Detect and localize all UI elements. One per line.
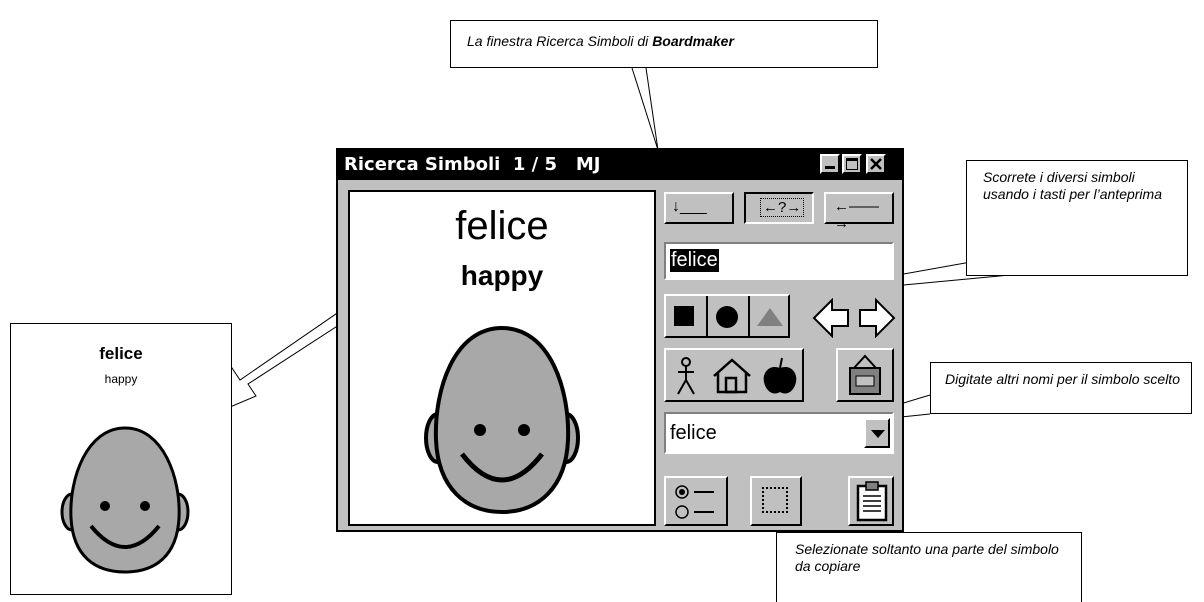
- minimize-button[interactable]: [820, 154, 840, 174]
- maximize-button[interactable]: [842, 154, 862, 174]
- divider: [706, 296, 708, 336]
- symbol-preview: felice happy: [348, 190, 656, 526]
- circle-icon: [716, 306, 738, 328]
- arrow-left-icon: [812, 298, 849, 338]
- callout-title-bold: Boardmaker: [652, 33, 734, 49]
- clipboard-icon: [856, 481, 888, 522]
- chevron-down-icon: [871, 430, 885, 438]
- select-area-button[interactable]: [750, 476, 802, 526]
- preview-translation: happy: [460, 260, 544, 291]
- preview-arrows[interactable]: [812, 298, 896, 338]
- card-translation: happy: [104, 372, 138, 386]
- category-icons: [677, 357, 797, 395]
- radio-options-button[interactable]: [664, 476, 728, 526]
- apple-icon: [763, 357, 797, 394]
- preview-mode-label-1: ↓___: [672, 198, 707, 215]
- copy-clipboard-button[interactable]: [848, 476, 894, 526]
- callout-select-part: Selezionate soltanto una parte del simbo…: [776, 532, 1082, 602]
- shape-filter-button[interactable]: [664, 294, 790, 338]
- category-filter-button[interactable]: [664, 348, 804, 402]
- easel-icon: [849, 354, 881, 395]
- triangle-icon: [757, 308, 783, 326]
- search-input-value: felice: [670, 249, 719, 272]
- marquee-select-icon: [762, 487, 788, 513]
- callout-scroll-symbols: Scorrete i diversi simboli usando i tast…: [966, 160, 1188, 276]
- dropdown-button[interactable]: [864, 418, 890, 448]
- minimize-icon: [825, 166, 835, 169]
- symbol-card: felice happy: [10, 323, 232, 595]
- close-button[interactable]: [866, 154, 886, 174]
- preview-word: felice: [455, 204, 549, 248]
- preview-mode-label-2: ←?→: [760, 198, 805, 217]
- callout-title-text: La finestra Ricerca Simboli di: [467, 33, 653, 49]
- happy-face-icon: [424, 325, 580, 515]
- square-icon: [674, 306, 694, 326]
- clear-button[interactable]: [836, 348, 894, 402]
- symbol-finder-window: Ricerca Simboli 1 / 5 MJ felice happy ↓_…: [336, 148, 904, 532]
- symbol-name-value: felice: [670, 422, 717, 444]
- divider: [748, 296, 750, 336]
- preview-mode-label-3: ←——→: [834, 198, 879, 232]
- preview-mode-button-1[interactable]: ↓___: [664, 192, 734, 224]
- house-icon: [713, 358, 751, 394]
- symbol-name-select[interactable]: felice: [664, 412, 894, 454]
- callout-window-title: La finestra Ricerca Simboli di Boardmake…: [450, 20, 878, 68]
- preview-mode-button-2[interactable]: ←?→: [744, 192, 814, 224]
- window-title: Ricerca Simboli 1 / 5 MJ: [338, 150, 902, 180]
- person-icon: [677, 357, 695, 395]
- preview-mode-button-3[interactable]: ←——→: [824, 192, 894, 232]
- search-input[interactable]: felice: [664, 242, 894, 280]
- callout-other-names: Digitate altri nomi per il simbolo scelt…: [930, 362, 1192, 414]
- maximize-icon: [846, 158, 858, 170]
- close-icon: [870, 158, 882, 170]
- arrow-right-icon: [859, 298, 896, 338]
- happy-face-icon: [60, 426, 190, 574]
- card-word: felice: [99, 344, 143, 363]
- radio-list-icon: [675, 485, 714, 519]
